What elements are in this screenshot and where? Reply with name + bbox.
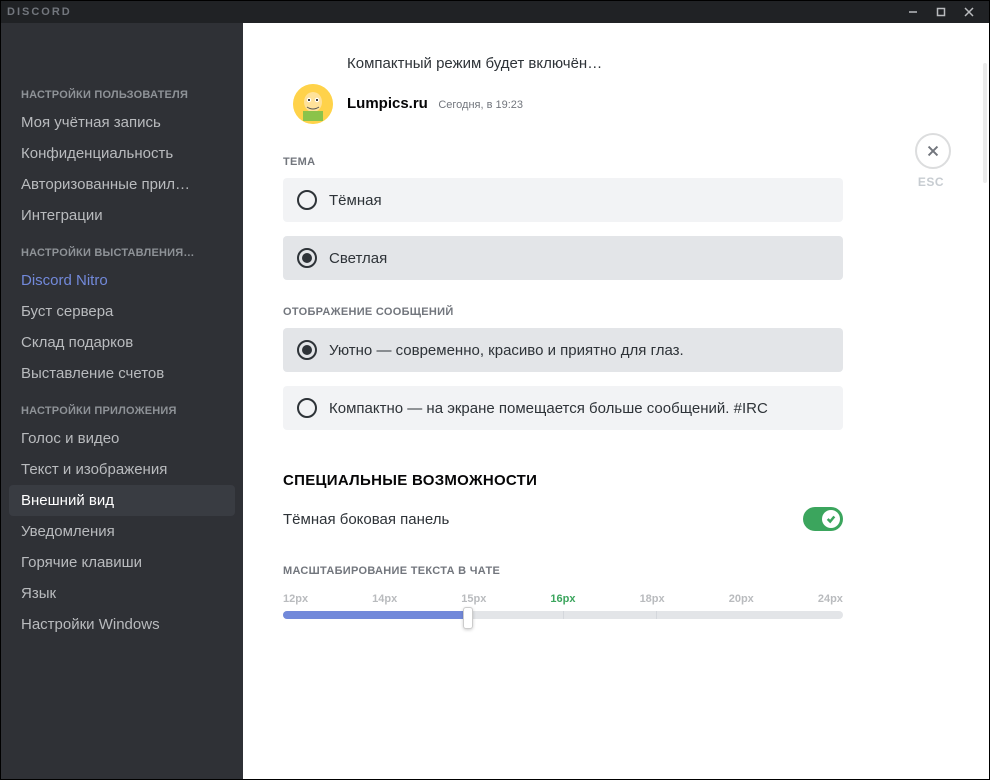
- radio-label: Тёмная: [329, 192, 382, 209]
- sidebar-item-notifications[interactable]: Уведомления: [9, 516, 235, 547]
- scrollbar[interactable]: [983, 63, 987, 183]
- radio-icon: [297, 248, 317, 268]
- slider-track: [283, 611, 843, 619]
- slider-tick: 16px: [550, 593, 575, 605]
- sidebar-item-privacy[interactable]: Конфиденциальность: [9, 138, 235, 169]
- radio-theme-light[interactable]: Светлая: [283, 236, 843, 280]
- sidebar-item-integrations[interactable]: Интеграции: [9, 200, 235, 231]
- sidebar-header-billing: НАСТРОЙКИ ВЫСТАВЛЕНИЯ…: [9, 241, 235, 265]
- radio-display-cozy[interactable]: Уютно — современно, красиво и приятно дл…: [283, 328, 843, 372]
- close-window-icon[interactable]: [955, 1, 983, 23]
- titlebar: DISCORD: [1, 1, 989, 23]
- section-title-theme: ТЕМА: [283, 156, 949, 168]
- preview-username: Lumpics.ru: [347, 95, 428, 112]
- theme-radio-group: Тёмная Светлая: [283, 178, 843, 280]
- settings-sidebar: НАСТРОЙКИ ПОЛЬЗОВАТЕЛЯ Моя учётная запис…: [1, 23, 243, 779]
- sidebar-item-boost[interactable]: Буст сервера: [9, 296, 235, 327]
- slider-fill: [283, 611, 468, 619]
- radio-display-compact[interactable]: Компактно — на экране помещается больше …: [283, 386, 843, 430]
- settings-content: ESC Компактный режим будет включён… Lump…: [243, 23, 989, 779]
- sidebar-header-app: НАСТРОЙКИ ПРИЛОЖЕНИЯ: [9, 399, 235, 423]
- toggle-knob: [822, 510, 840, 528]
- sidebar-item-windows[interactable]: Настройки Windows: [9, 609, 235, 640]
- dark-sidebar-row: Тёмная боковая панель: [283, 507, 843, 531]
- slider-tick: 20px: [729, 593, 754, 605]
- close-label: ESC: [918, 175, 944, 189]
- close-icon: [925, 143, 941, 159]
- sidebar-item-language[interactable]: Язык: [9, 578, 235, 609]
- radio-theme-dark[interactable]: Тёмная: [283, 178, 843, 222]
- check-icon: [826, 514, 836, 524]
- avatar: [293, 84, 333, 124]
- minimize-icon[interactable]: [899, 1, 927, 23]
- sidebar-item-inventory[interactable]: Склад подарков: [9, 327, 235, 358]
- sidebar-item-account[interactable]: Моя учётная запись: [9, 107, 235, 138]
- slider-tick: 14px: [372, 593, 397, 605]
- slider-tick: 12px: [283, 593, 308, 605]
- sidebar-header-user: НАСТРОЙКИ ПОЛЬЗОВАТЕЛЯ: [9, 83, 235, 107]
- sidebar-item-voice[interactable]: Голос и видео: [9, 423, 235, 454]
- close-settings-button[interactable]: [915, 133, 951, 169]
- slider-knob[interactable]: [463, 607, 473, 629]
- radio-label: Уютно — современно, красиво и приятно дл…: [329, 342, 684, 359]
- sidebar-item-billing[interactable]: Выставление счетов: [9, 358, 235, 389]
- sidebar-item-authorized[interactable]: Авторизованные прил…: [9, 169, 235, 200]
- slider-tick: 18px: [640, 593, 665, 605]
- preview-compact-text: Компактный режим будет включён…: [347, 55, 602, 72]
- radio-icon: [297, 398, 317, 418]
- radio-label: Светлая: [329, 250, 387, 267]
- radio-icon: [297, 340, 317, 360]
- dark-sidebar-toggle[interactable]: [803, 507, 843, 531]
- slider-ticks: 12px 14px 15px 16px 18px 20px 24px: [283, 593, 843, 605]
- chat-preview: Компактный режим будет включён… Lumpics.…: [293, 47, 949, 130]
- sidebar-item-keybinds[interactable]: Горячие клавиши: [9, 547, 235, 578]
- maximize-icon[interactable]: [927, 1, 955, 23]
- radio-label: Компактно — на экране помещается больше …: [329, 400, 768, 417]
- slider-tick: 24px: [818, 593, 843, 605]
- display-radio-group: Уютно — современно, красиво и приятно дл…: [283, 328, 843, 430]
- slider-tick: 15px: [461, 593, 486, 605]
- section-title-accessibility: СПЕЦИАЛЬНЫЕ ВОЗМОЖНОСТИ: [283, 472, 949, 489]
- section-title-display: ОТОБРАЖЕНИЕ СООБЩЕНИЙ: [283, 306, 949, 318]
- sidebar-item-nitro[interactable]: Discord Nitro: [9, 265, 235, 296]
- sidebar-item-text[interactable]: Текст и изображения: [9, 454, 235, 485]
- app-logo: DISCORD: [7, 6, 72, 18]
- radio-icon: [297, 190, 317, 210]
- section-title-scaling: МАСШТАБИРОВАНИЕ ТЕКСТА В ЧАТЕ: [283, 565, 949, 577]
- sidebar-item-appearance[interactable]: Внешний вид: [9, 485, 235, 516]
- font-size-slider[interactable]: 12px 14px 15px 16px 18px 20px 24px: [283, 593, 843, 619]
- switch-label: Тёмная боковая панель: [283, 511, 449, 528]
- preview-timestamp: Сегодня, в 19:23: [438, 99, 523, 111]
